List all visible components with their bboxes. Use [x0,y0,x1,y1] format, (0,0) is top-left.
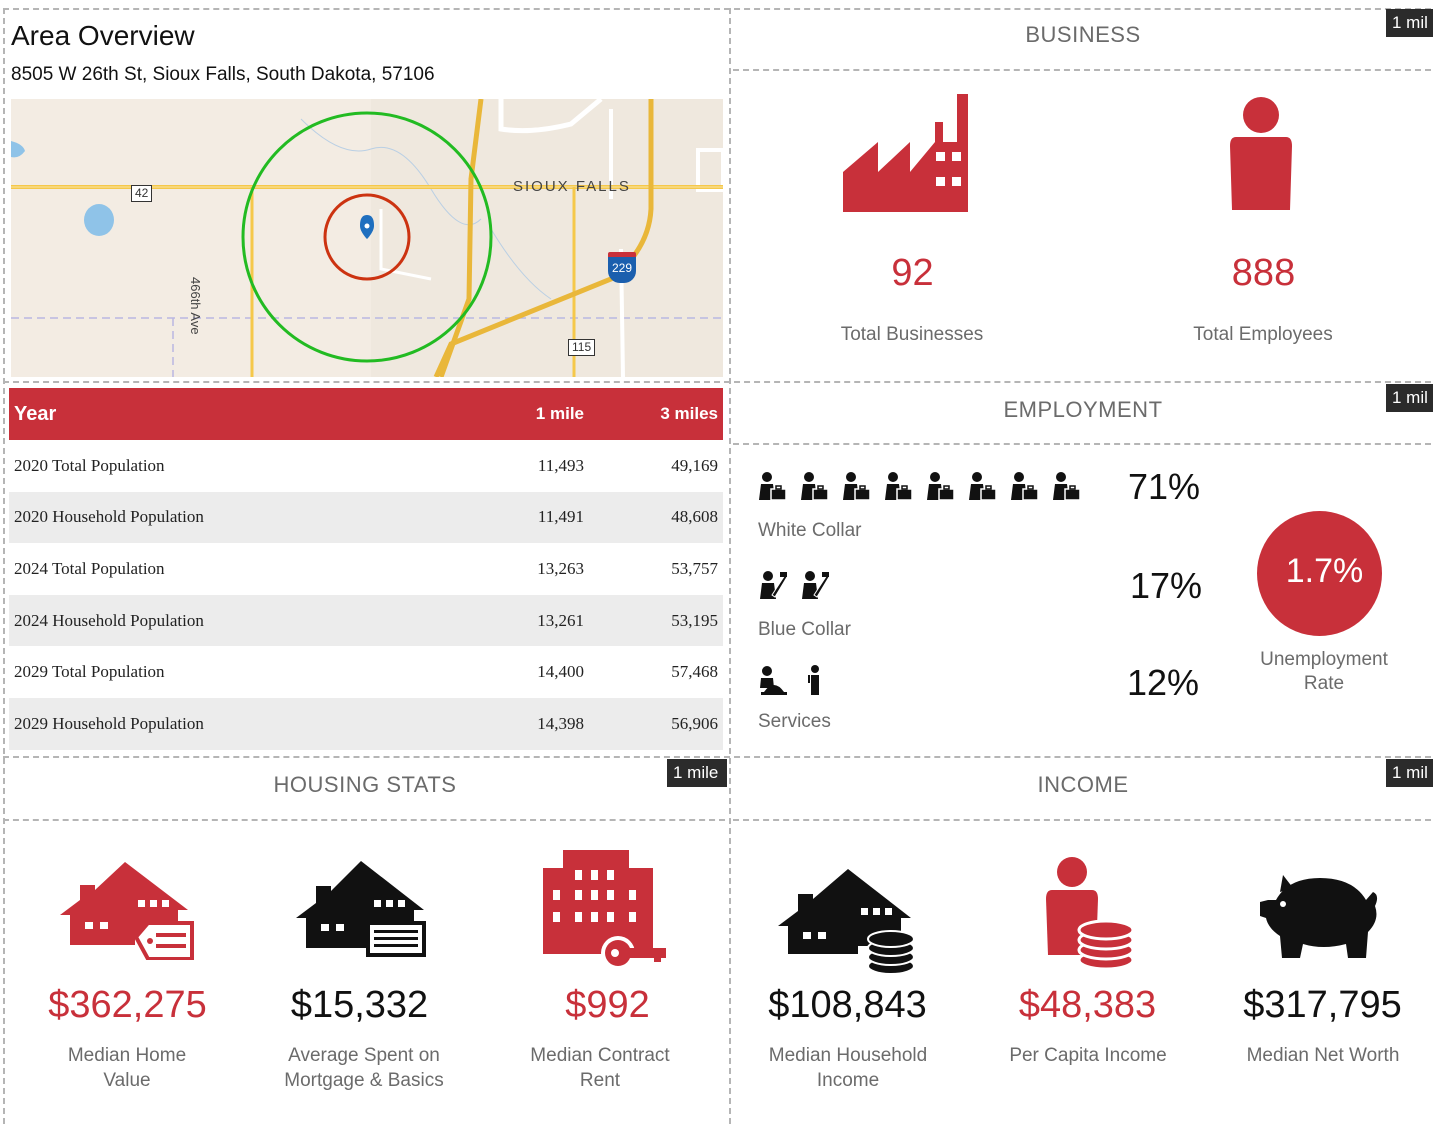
cell-1-mile: 11,491 [459,491,602,544]
median-rent-label-1: Median Contract [530,1045,670,1066]
unemployment-rate-value: 1.7% [1285,552,1364,590]
cell-3-miles: 57,468 [671,662,718,682]
income-radius-tag: 1 mil [1386,759,1433,787]
total-businesses-label: Total Businesses [840,324,984,345]
business-radius-tag: 1 mil [1386,9,1433,37]
avg-spent-value: $15,332 [290,984,429,1026]
row-label: 2029 Household Population [9,697,459,750]
piggy-bank-icon [1260,875,1378,958]
house-price-tag-icon [60,862,194,960]
row-label: 2024 Total Population [14,558,165,578]
construction-worker-icon [760,571,788,599]
cell-1-mile: 13,261 [459,594,602,647]
column-header-1-mile: 1 mile [459,388,602,440]
median-home-value-label-2: Value [103,1070,151,1091]
services-icons [758,664,842,698]
office-worker-icon [969,472,997,501]
median-household-income-label-1: Median Household [768,1045,928,1066]
map-canvas [11,99,723,377]
table-row: 2029 Total Population 14,400 57,468 [9,646,723,698]
construction-worker-icon [802,571,830,599]
blue-collar-icons [758,569,842,603]
cell-3-miles: 53,195 [602,594,723,647]
total-employees-value: 888 [1231,252,1296,294]
house-coins-icon [778,869,915,975]
housing-radius-tag: 1 mile [667,759,727,787]
median-net-worth-value: $317,795 [1243,984,1402,1026]
white-collar-icons [758,470,1094,504]
house-mortgage-icon [296,861,426,957]
total-businesses-value: 92 [891,252,934,294]
table-row: 2029 Household Population 14,398 56,906 [9,697,723,750]
unemployment-label-line-2: Rate [1303,673,1345,694]
table-header-row: Year 1 mile 3 miles [9,388,723,440]
row-label: 2020 Total Population [14,455,165,475]
office-worker-icon [1053,472,1081,501]
population-table: Year 1 mile 3 miles 2020 Total Populatio… [9,388,723,750]
white-collar-label: White Collar [758,520,862,541]
median-home-value-label-1: Median Home [67,1045,187,1066]
cell-3-miles: 49,169 [671,455,718,475]
cell-3-miles: 48,608 [602,491,723,544]
cell-3-miles: 56,906 [602,697,723,750]
office-worker-icon [927,472,955,501]
median-household-income-label-2: Income [816,1070,880,1091]
person-icon [1230,97,1292,210]
avg-spent-label-2: Mortgage & Basics [284,1070,444,1091]
route-115-shield: 115 [568,339,596,356]
per-capita-income-label: Per Capita Income [1009,1045,1167,1066]
median-home-value: $362,275 [48,984,207,1026]
column-header-3-miles: 3 miles [602,388,723,440]
income-title: INCOME [1037,772,1129,797]
factory-icon [843,94,968,212]
avg-spent-label-1: Average Spent on [288,1045,440,1066]
median-net-worth-label: Median Net Worth [1246,1045,1400,1066]
blue-collar-label: Blue Collar [758,619,851,640]
table-row: 2020 Household Population 11,491 48,608 [9,491,723,544]
route-42-shield: 42 [131,185,153,202]
apartment-key-icon [543,850,666,968]
cell-1-mile: 14,398 [459,697,602,750]
row-label: 2029 Total Population [14,662,165,682]
service-bell-worker-icon [760,666,787,695]
white-collar-pct: 71% [1128,466,1201,507]
office-worker-icon [843,472,871,501]
address: 8505 W 26th St, Sioux Falls, South Dakot… [11,64,435,85]
office-worker-icon [885,472,913,501]
row-label: 2020 Household Population [9,491,459,544]
office-worker-icon [1011,472,1039,501]
employment-title: EMPLOYMENT [1003,397,1163,422]
map[interactable]: 42 SIOUX FALLS 466th Ave 229 115 [11,99,723,377]
unemployment-label-line-1: Unemployment [1260,649,1388,670]
service-worker-icon [808,665,819,695]
per-capita-income-value: $48,383 [1018,984,1157,1026]
median-rent-label-2: Rent [579,1070,621,1091]
table-row: 2020 Total Population 11,493 49,169 [9,440,723,492]
blue-collar-pct: 17% [1130,565,1203,606]
road-label: 466th Ave [188,277,203,335]
city-label: SIOUX FALLS [513,178,631,195]
employment-radius-tag: 1 mil [1386,384,1433,412]
interstate-229-shield: 229 [608,252,636,283]
cell-1-mile: 14,400 [537,662,584,682]
cell-1-mile: 11,493 [537,455,584,475]
table-row: 2024 Total Population 13,263 53,757 [9,543,723,595]
median-rent-value: $992 [565,984,650,1026]
column-header-year: Year [9,388,459,440]
page-title: Area Overview [11,20,195,51]
housing-title: HOUSING STATS [273,772,457,797]
cell-3-miles: 53,757 [671,558,718,578]
office-worker-icon [759,472,787,501]
total-employees-label: Total Employees [1193,324,1333,345]
services-label: Services [758,711,831,732]
office-worker-icon [801,472,829,501]
table-row: 2024 Household Population 13,261 53,195 [9,594,723,647]
services-pct: 12% [1127,662,1200,703]
row-label: 2024 Household Population [9,594,459,647]
cell-1-mile: 13,263 [537,558,584,578]
person-coins-icon [1046,857,1135,971]
median-household-income-value: $108,843 [768,984,927,1026]
business-title: BUSINESS [1025,22,1141,47]
